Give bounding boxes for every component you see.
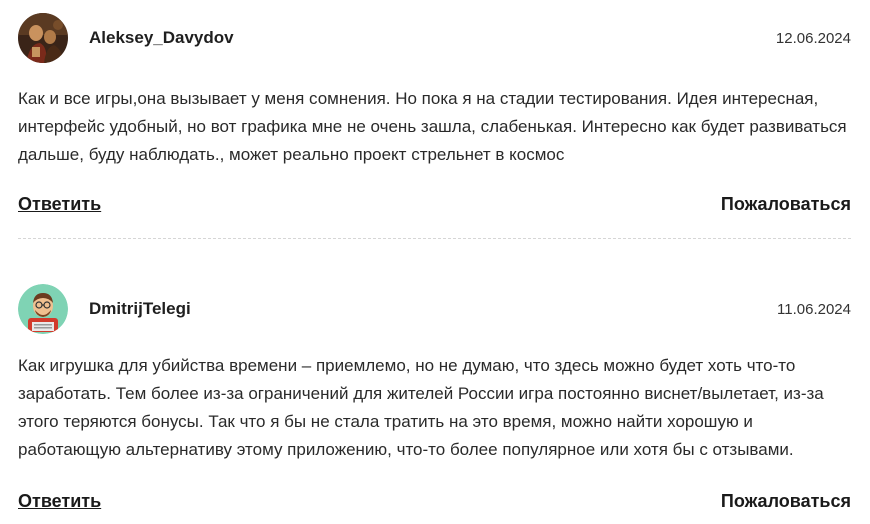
comment-author[interactable]: DmitrijTelegi	[89, 299, 777, 319]
comment-text: Как и все игры,она вызывает у меня сомне…	[18, 89, 847, 164]
comment-item: DmitrijTelegi 11.06.2024 Как игрушка для…	[18, 283, 851, 511]
painting-avatar-icon	[18, 13, 68, 63]
comment-actions: Ответить Пожаловаться	[18, 491, 851, 512]
comment-header: Aleksey_Davydov 12.06.2024	[18, 12, 851, 64]
comment-author[interactable]: Aleksey_Davydov	[89, 28, 776, 48]
reply-button[interactable]: Ответить	[18, 491, 101, 512]
cartoon-man-avatar-icon	[18, 284, 68, 334]
comment-text: Как игрушка для убийства времени – прием…	[18, 356, 824, 459]
comment-actions: Ответить Пожаловаться	[18, 194, 851, 215]
comment-item: Aleksey_Davydov 12.06.2024 Как и все игр…	[18, 12, 851, 214]
comment-date: 11.06.2024	[777, 300, 851, 318]
comment-header: DmitrijTelegi 11.06.2024	[18, 283, 851, 335]
comment-divider	[18, 238, 851, 239]
reply-button[interactable]: Ответить	[18, 194, 101, 215]
report-button[interactable]: Пожаловаться	[721, 491, 851, 512]
comment-date: 12.06.2024	[775, 29, 851, 47]
report-button[interactable]: Пожаловаться	[721, 194, 851, 215]
